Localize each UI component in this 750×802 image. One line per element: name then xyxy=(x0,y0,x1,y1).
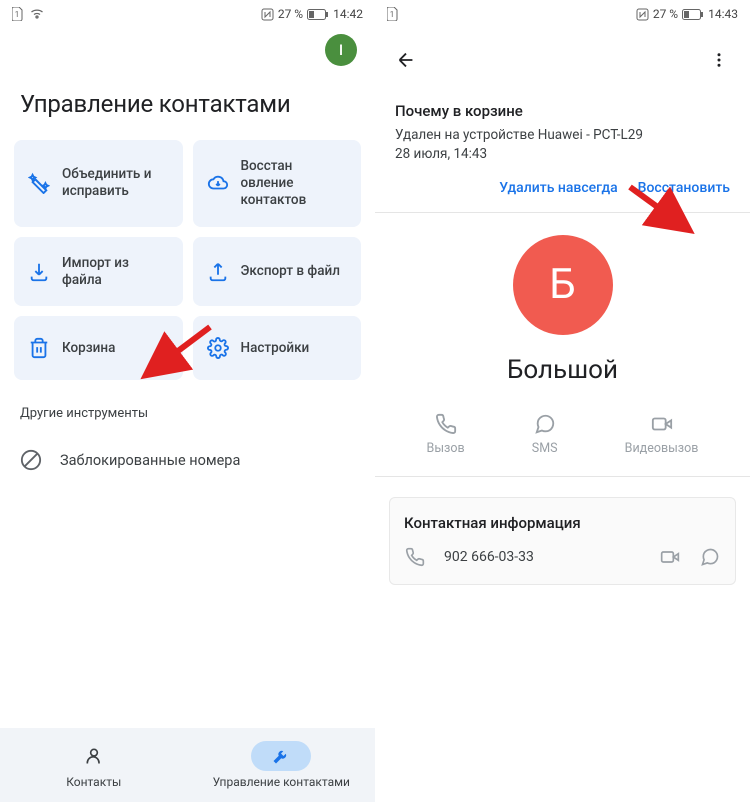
dots-vertical-icon xyxy=(710,51,728,69)
video-icon[interactable] xyxy=(659,546,681,568)
import-icon xyxy=(28,261,50,283)
export-icon xyxy=(207,261,229,283)
tile-export[interactable]: Экспорт в файл xyxy=(193,237,362,307)
list-label: Заблокированные номера xyxy=(60,452,240,469)
battery-icon xyxy=(682,9,704,20)
overflow-menu[interactable] xyxy=(702,43,736,77)
sim-icon: 1 xyxy=(12,7,24,21)
tile-label: Импорт из файла xyxy=(62,255,169,289)
phone-number: 902 666-03-33 xyxy=(444,549,641,565)
message-icon[interactable] xyxy=(699,546,721,568)
tile-merge-fix[interactable]: Объединить и исправить xyxy=(14,140,183,227)
screen-contact-trash: 1 27 % 14:43 Почему в корзине Удален на … xyxy=(375,0,750,802)
page-title: Управление контактами xyxy=(0,72,375,140)
nav-manage[interactable]: Управление контактами xyxy=(188,728,376,802)
contact-avatar: Б xyxy=(513,235,613,335)
svg-text:1: 1 xyxy=(15,10,20,19)
trash-reason-title: Почему в корзине xyxy=(395,102,730,120)
contact-name: Большой xyxy=(507,355,618,385)
phone-row[interactable]: 902 666-03-33 xyxy=(404,546,721,568)
info-card-title: Контактная информация xyxy=(404,514,721,532)
tile-label: Восстан овление контактов xyxy=(241,158,348,209)
account-avatar[interactable]: I xyxy=(325,34,357,66)
status-time: 14:42 xyxy=(333,7,363,21)
status-bar: 1 27 % 14:43 xyxy=(375,0,750,28)
app-header: I xyxy=(0,28,375,72)
section-other-tools: Другие инструменты xyxy=(0,380,375,435)
nav-label: Управление контактами xyxy=(213,775,350,789)
video-call-button[interactable]: Видеовызов xyxy=(625,413,699,456)
battery-icon xyxy=(307,9,329,20)
delete-forever-button[interactable]: Удалить навсегда xyxy=(499,180,617,196)
tile-label: Настройки xyxy=(241,340,310,357)
contact-block: Б Большой Вызов SMS Видеовызов Контактна… xyxy=(375,213,750,802)
trash-info-panel: Почему в корзине Удален на устройстве Hu… xyxy=(375,86,750,213)
nfc-icon xyxy=(636,8,649,21)
wifi-icon xyxy=(30,8,44,20)
tile-label: Объединить и исправить xyxy=(62,166,169,200)
video-icon xyxy=(651,413,673,435)
nav-label: Контакты xyxy=(66,775,121,789)
cloud-restore-icon xyxy=(207,172,229,194)
blocked-icon xyxy=(20,449,42,471)
person-icon xyxy=(84,746,104,766)
arrow-left-icon xyxy=(395,49,417,71)
call-button[interactable]: Вызов xyxy=(427,413,465,456)
screen2-header xyxy=(375,34,750,86)
tile-trash[interactable]: Корзина xyxy=(14,316,183,380)
sms-label: SMS xyxy=(532,441,558,456)
svg-text:1: 1 xyxy=(390,10,395,19)
phone-icon xyxy=(435,413,457,435)
item-blocked-numbers[interactable]: Заблокированные номера xyxy=(0,435,375,485)
battery-pct: 27 % xyxy=(278,7,303,21)
wrench-icon xyxy=(271,746,291,766)
bottom-nav: Контакты Управление контактами xyxy=(0,728,375,802)
call-label: Вызов xyxy=(427,441,465,456)
screen-manage-contacts: 1 27 % 14:42 I Управление контактами Объ… xyxy=(0,0,375,802)
video-label: Видеовызов xyxy=(625,441,699,456)
battery-pct: 27 % xyxy=(653,7,678,21)
back-button[interactable] xyxy=(389,43,423,77)
status-bar: 1 27 % 14:42 xyxy=(0,0,375,28)
phone-icon xyxy=(404,546,426,568)
contact-actions: Вызов SMS Видеовызов xyxy=(375,391,750,477)
trash-reason-device: Удален на устройстве Huawei - PCT-L29 xyxy=(395,126,730,145)
trash-reason-date: 28 июля, 14:43 xyxy=(395,145,730,164)
tile-settings[interactable]: Настройки xyxy=(193,316,362,380)
tile-import[interactable]: Импорт из файла xyxy=(14,237,183,307)
nfc-icon xyxy=(261,8,274,21)
tile-label: Корзина xyxy=(62,340,115,357)
nav-contacts[interactable]: Контакты xyxy=(0,728,188,802)
sms-button[interactable]: SMS xyxy=(532,413,558,456)
contact-info-card: Контактная информация 902 666-03-33 xyxy=(389,497,736,585)
sim-icon: 1 xyxy=(387,7,399,21)
trash-icon xyxy=(28,337,50,359)
gear-icon xyxy=(207,337,229,359)
status-time: 14:43 xyxy=(708,7,738,21)
restore-button[interactable]: Восстановить xyxy=(638,180,730,196)
tile-grid: Объединить и исправить Восстан овление к… xyxy=(0,140,375,380)
tile-label: Экспорт в файл xyxy=(241,263,340,280)
wand-icon xyxy=(28,172,50,194)
tile-restore-contacts[interactable]: Восстан овление контактов xyxy=(193,140,362,227)
message-icon xyxy=(534,413,556,435)
